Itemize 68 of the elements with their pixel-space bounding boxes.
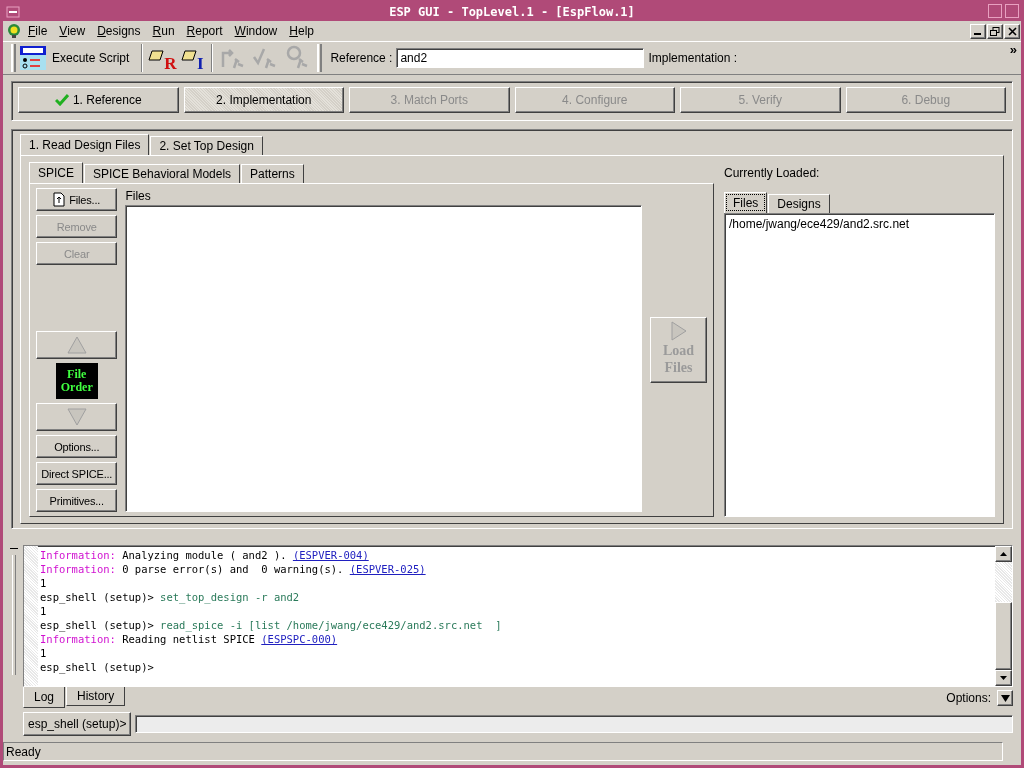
restore-icon[interactable] [987, 23, 1003, 39]
log-line: esp_shell (setup)> read_spice -i [list /home/jwang/ece429/and2.src.net ] [40, 618, 503, 632]
menu-item[interactable]: Help [284, 24, 319, 38]
source-tab[interactable]: SPICE [29, 162, 83, 183]
menu-item[interactable]: Designs [92, 24, 146, 38]
window-menu-icon[interactable] [6, 6, 20, 18]
loaded-tab[interactable]: Files [724, 192, 768, 213]
currently-loaded-label: Currently Loaded: [724, 165, 821, 182]
maximize-button[interactable] [1005, 4, 1019, 18]
scroll-up-icon[interactable] [1000, 552, 1007, 556]
play-triangle-icon [669, 321, 688, 341]
log-tab[interactable]: History [66, 687, 126, 706]
eraser-icon [181, 50, 198, 62]
log-tab[interactable]: Log [23, 687, 66, 708]
overflow-button[interactable]: » [1009, 42, 1017, 57]
log-line: Information: 0 parse error(s) and 0 warning(s). (ESPVER-025) [40, 562, 427, 576]
file-icon [53, 192, 66, 207]
option-button[interactable]: Direct SPICE... [36, 462, 118, 485]
loaded-file-item[interactable]: /home/jwang/ece429/and2.src.net [729, 217, 990, 231]
flow-step-button[interactable]: 1. Reference [18, 87, 179, 113]
command-input[interactable] [135, 715, 1013, 733]
files-header: Files [125, 188, 152, 205]
options-label: Options: [945, 691, 992, 705]
minimize-button[interactable] [988, 4, 1002, 18]
option-button[interactable]: Primitives... [36, 489, 118, 512]
app-logo-icon [7, 23, 21, 39]
log-line: Information: Reading netlist SPICE (ESPSPC-000) [40, 632, 339, 646]
menu-item[interactable]: Run [147, 24, 180, 38]
log-line: 1 [40, 604, 48, 618]
option-button[interactable]: Options... [36, 435, 118, 458]
log-line: 1 [40, 646, 48, 660]
scroll-down-icon[interactable] [1000, 676, 1007, 680]
variable-list-icon[interactable] [20, 46, 46, 70]
menu-item[interactable]: File [23, 24, 53, 38]
scrollbar[interactable] [995, 546, 1012, 686]
menu-item[interactable]: Report [181, 24, 228, 38]
flow-step-button[interactable]: 2. Implementation [183, 87, 344, 113]
minimize-icon[interactable] [970, 23, 986, 39]
eraser-tool-button[interactable]: R [147, 44, 178, 72]
file-order-label: File Order [55, 363, 98, 399]
reference-field[interactable]: and2 [396, 48, 645, 68]
status-text: Ready [6, 744, 41, 759]
source-tab[interactable]: Patterns [241, 164, 304, 183]
toolbar-grip[interactable] [11, 44, 16, 72]
window-title: ESP GUI - TopLevel.1 - [EspFlow.1] [389, 5, 635, 19]
eraser-icon [148, 50, 165, 62]
log-line: Information: Analyzing module ( and2 ). (ESPVER-004) [40, 548, 370, 562]
toolbar-grip[interactable] [317, 44, 323, 72]
options-dropdown-button[interactable] [997, 690, 1013, 706]
phase-tab[interactable]: 2. Set Top Design [150, 136, 263, 155]
source-tab[interactable]: SPICE Behavioral Models [84, 164, 241, 183]
eraser-tool-button[interactable]: I [177, 44, 208, 72]
loaded-tab[interactable]: Designs [768, 194, 830, 213]
down-triangle-icon [66, 408, 87, 426]
caret-icon [1000, 694, 1010, 702]
close-icon[interactable] [1004, 23, 1020, 39]
log-line: esp_shell (setup)> set_top_design -r and2 [40, 590, 301, 604]
prompt-button[interactable]: esp_shell (setup)> [23, 712, 132, 736]
up-triangle-icon [66, 336, 87, 354]
reference-label: Reference : [329, 51, 394, 65]
file-action-button[interactable]: Files... [36, 188, 118, 211]
menu-item[interactable]: Window [229, 24, 283, 38]
execute-script-button[interactable]: Execute Script [46, 44, 138, 72]
phase-tab[interactable]: 1. Read Design Files [20, 134, 150, 155]
log-line: esp_shell (setup)> [40, 660, 155, 674]
implementation-label: Implementation : [647, 51, 739, 65]
log-line: 1 [40, 576, 48, 590]
menu-item[interactable]: View [54, 24, 91, 38]
